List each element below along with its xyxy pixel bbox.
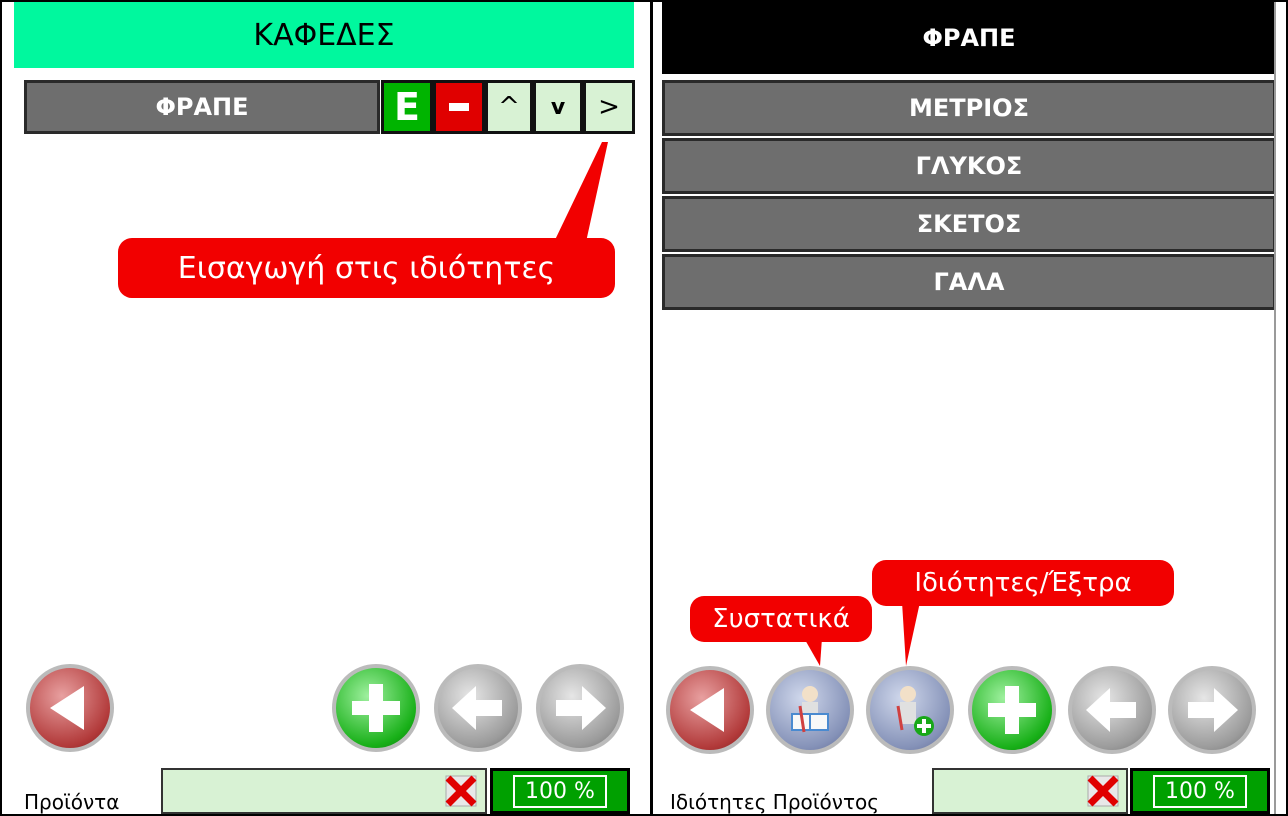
add-plus-icon bbox=[988, 686, 1036, 734]
back-arrow-icon bbox=[50, 686, 84, 730]
add-button[interactable] bbox=[332, 664, 420, 752]
callout-enter-properties: Εισαγωγή στις ιδιότητες bbox=[118, 238, 615, 298]
previous-button[interactable] bbox=[1068, 666, 1156, 754]
next-arrow-icon bbox=[556, 686, 606, 730]
next-button[interactable] bbox=[1168, 666, 1256, 754]
back-button[interactable] bbox=[666, 666, 754, 754]
clear-icon[interactable] bbox=[440, 770, 482, 812]
products-panel: ΚΑΦΕΔΕΣ ΦΡΑΠΕ E ^ v > Εισαγωγή στις ιδιό… bbox=[14, 2, 639, 814]
search-field[interactable] bbox=[161, 768, 487, 814]
next-arrow-icon bbox=[1188, 688, 1238, 732]
clear-icon[interactable] bbox=[1082, 770, 1124, 812]
extras-icon bbox=[896, 686, 934, 736]
status-label: Προϊόντα bbox=[24, 790, 120, 814]
prev-arrow-icon bbox=[452, 686, 502, 730]
add-plus-icon bbox=[352, 684, 400, 732]
zoom-text: 100 % bbox=[513, 774, 607, 808]
ingredients-button[interactable] bbox=[766, 666, 854, 754]
previous-button[interactable] bbox=[434, 664, 522, 752]
status-label: Ιδιότητες Προϊόντος bbox=[670, 790, 879, 814]
callout-extras: Ιδιότητες/Έξτρα bbox=[872, 560, 1174, 606]
zoom-text: 100 % bbox=[1153, 774, 1247, 808]
back-button[interactable] bbox=[26, 664, 114, 752]
next-button[interactable] bbox=[536, 664, 624, 752]
zoom-level: 100 % bbox=[1130, 768, 1270, 814]
zoom-level: 100 % bbox=[490, 768, 630, 814]
properties-panel: ΦΡΑΠΕ ΜΕΤΡΙΟΣ ΓΛΥΚΟΣ ΣΚΕΤΟΣ ΓΑΛΑ Συστατι… bbox=[662, 2, 1276, 814]
extras-button[interactable] bbox=[866, 666, 954, 754]
prev-arrow-icon bbox=[1086, 688, 1136, 732]
callout-ingredients: Συστατικά bbox=[690, 596, 872, 642]
add-button[interactable] bbox=[968, 666, 1056, 754]
panel-divider bbox=[650, 0, 653, 816]
back-arrow-icon bbox=[690, 688, 724, 732]
ingredients-icon bbox=[791, 686, 829, 733]
